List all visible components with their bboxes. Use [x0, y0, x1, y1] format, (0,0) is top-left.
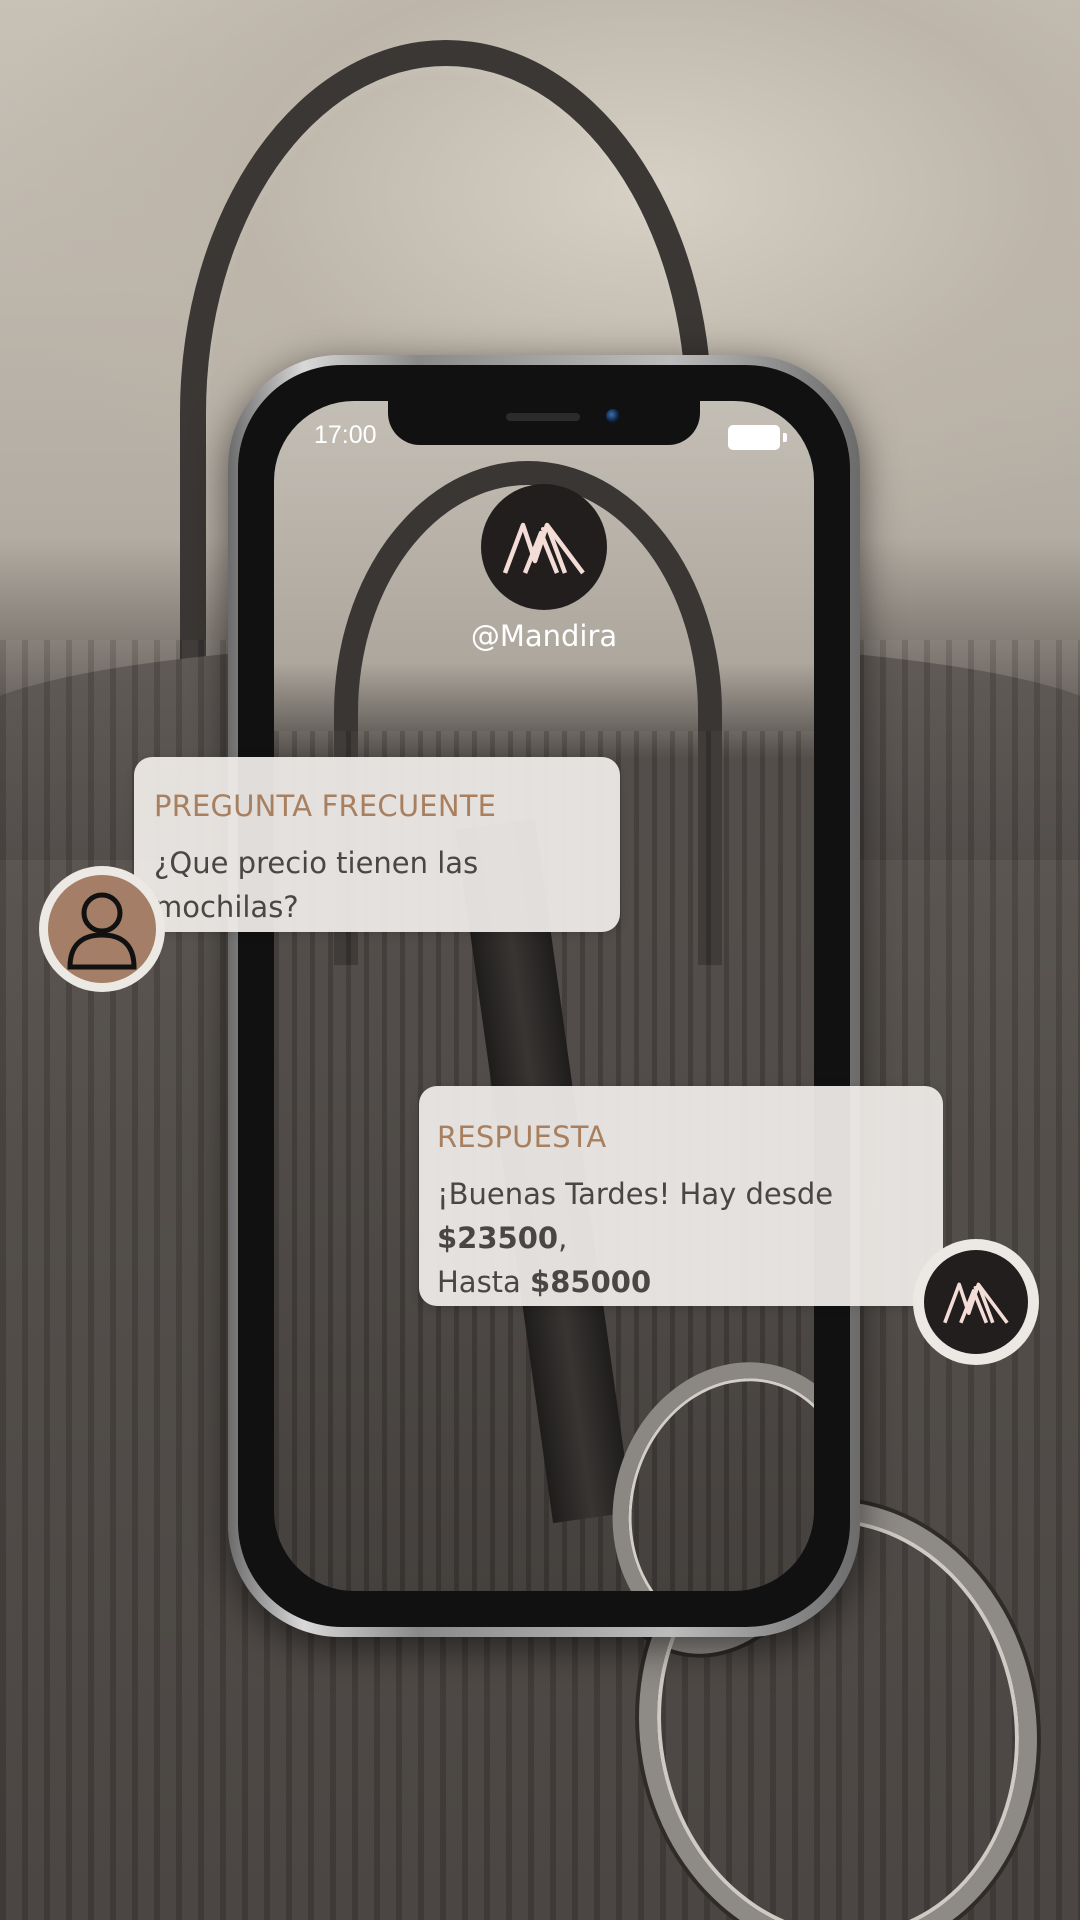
profile-avatar[interactable] — [481, 484, 607, 610]
question-bubble: PREGUNTA FRECUENTE ¿Que precio tienen la… — [134, 757, 620, 932]
battery-icon — [728, 425, 787, 450]
brand-avatar — [913, 1239, 1039, 1365]
user-avatar-circle — [48, 875, 156, 983]
phone-notch — [388, 401, 700, 445]
answer-text-mid: , — [558, 1221, 568, 1255]
phone-frame: 17:00 @Mandira — [228, 355, 860, 1637]
question-text: ¿Que precio tienen las mochilas? — [154, 846, 479, 924]
answer-text-prefix: ¡Buenas Tardes! Hay desde — [437, 1177, 834, 1211]
front-camera — [606, 409, 620, 423]
answer-text-hasta: Hasta — [437, 1265, 531, 1299]
mandira-logo-icon — [502, 522, 585, 575]
answer-price-to: $85000 — [530, 1265, 652, 1299]
answer-bubble: RESPUESTA ¡Buenas Tardes! Hay desde $235… — [419, 1086, 943, 1306]
phone-screen: 17:00 @Mandira — [274, 401, 814, 1591]
phone-bezel: 17:00 @Mandira — [238, 365, 850, 1627]
user-icon — [67, 892, 137, 970]
question-title: PREGUNTA FRECUENTE — [154, 789, 497, 823]
answer-price-from: $23500 — [437, 1221, 559, 1255]
speaker-grille — [506, 413, 580, 421]
status-time: 17:00 — [314, 421, 377, 449]
answer-title: RESPUESTA — [437, 1120, 607, 1154]
profile-handle[interactable]: @Mandira — [274, 619, 814, 653]
mandira-logo-icon — [943, 1282, 1009, 1324]
user-avatar — [39, 866, 165, 992]
answer-text: ¡Buenas Tardes! Hay desde $23500, Hasta $… — [437, 1172, 925, 1304]
brand-avatar-circle — [924, 1250, 1028, 1354]
